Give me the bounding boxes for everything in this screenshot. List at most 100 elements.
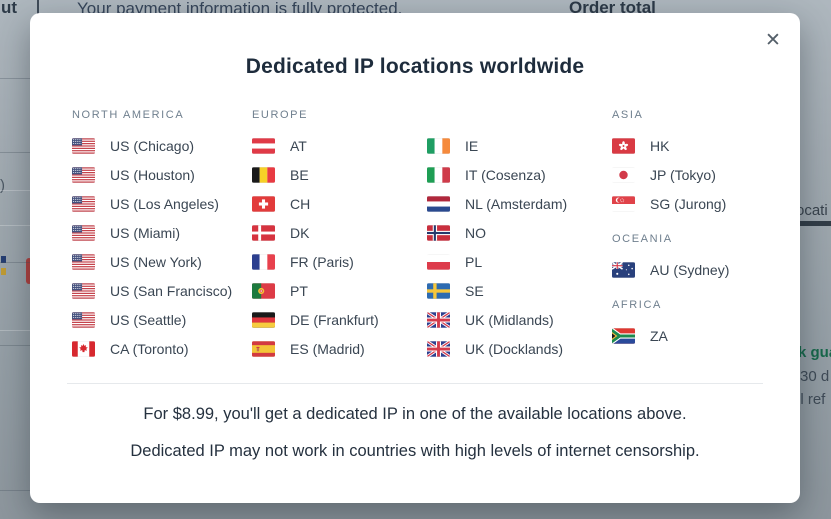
location-item: PT	[252, 276, 379, 305]
locations-tab-partial: ocati	[796, 202, 828, 219]
flag-jp-icon	[612, 166, 635, 183]
flag-us-icon	[72, 253, 95, 270]
location-group: OCEANIA AU (Sydney)	[612, 232, 729, 284]
bg-divider-line	[0, 490, 30, 491]
location-item: UK (Docklands)	[427, 334, 567, 363]
flag-be-icon	[252, 166, 275, 183]
flag-fr-icon	[252, 253, 275, 270]
flag-us-icon	[72, 311, 95, 328]
column-asia-oceania-africa: ASIA HK JP (Tokyo) SG (Jurong) OCEANIA AU (Sy…	[612, 108, 729, 350]
location-item: ZA	[612, 321, 729, 350]
location-label: PL	[465, 253, 483, 270]
bg-divider-line	[0, 330, 30, 331]
footer-divider	[67, 383, 763, 384]
location-item: AT	[252, 131, 379, 160]
location-label: NO	[465, 224, 486, 241]
flag-ie-icon	[427, 137, 450, 154]
location-item: DK	[252, 218, 379, 247]
location-label: IT (Cosenza)	[465, 166, 546, 183]
location-item: CA (Toronto)	[72, 334, 232, 363]
modal-title: Dedicated IP locations worldwide	[245, 55, 585, 78]
location-item: US (San Francisco)	[72, 276, 232, 305]
flag-pt-icon	[252, 282, 275, 299]
location-item: NL (Amsterdam)	[427, 189, 567, 218]
bg-divider-line	[0, 262, 30, 263]
location-label: CH	[290, 195, 311, 212]
location-label: IE	[465, 137, 479, 154]
location-label: DK	[290, 224, 310, 241]
bg-divider-line	[0, 225, 30, 226]
location-item: JP (Tokyo)	[612, 160, 729, 189]
censorship-note: Dedicated IP may not work in countries w…	[130, 442, 700, 460]
location-label: NL (Amsterdam)	[465, 195, 568, 212]
bg-divider-line	[0, 78, 30, 79]
location-group: IE IT (Cosenza) NL (Amsterdam) NO PL SE UK (Mi…	[427, 108, 567, 363]
location-label: DE (Frankfurt)	[290, 311, 379, 328]
location-item: US (Houston)	[72, 160, 232, 189]
location-item: US (Los Angeles)	[72, 189, 232, 218]
flag-sg-icon	[612, 195, 635, 212]
form-text-partial: )	[0, 177, 5, 194]
active-tab-underline	[795, 221, 831, 226]
location-label: ZA	[650, 327, 668, 344]
flag-us-icon	[72, 224, 95, 241]
location-item: ES (Madrid)	[252, 334, 379, 363]
location-item: CH	[252, 189, 379, 218]
location-item: FR (Paris)	[252, 247, 379, 276]
guarantee-days-partial: 30 d	[800, 368, 830, 385]
flag-us-icon	[72, 195, 95, 212]
bg-divider-line	[0, 190, 30, 191]
flag-gb-icon	[427, 311, 450, 328]
card-logo-fragment	[1, 268, 6, 275]
location-item: DE (Frankfurt)	[252, 305, 379, 334]
flag-pl-icon	[427, 253, 450, 270]
location-group: AFRICA ZA	[612, 298, 729, 350]
section-header: NORTH AMERICA	[72, 109, 185, 121]
section-header: ASIA	[612, 109, 644, 121]
price-note: For $8.99, you'll get a dedicated IP in …	[143, 405, 687, 423]
location-label: UK (Midlands)	[465, 311, 554, 328]
location-item: UK (Midlands)	[427, 305, 567, 334]
location-label: US (Chicago)	[110, 137, 195, 154]
flag-gb-icon	[427, 340, 450, 357]
location-label: US (Los Angeles)	[110, 195, 219, 212]
location-label: HK	[650, 137, 670, 154]
location-label: US (New York)	[110, 253, 202, 270]
location-label: US (Seattle)	[110, 311, 187, 328]
money-back-guarantee-partial: k gua	[798, 344, 831, 361]
location-item: IT (Cosenza)	[427, 160, 567, 189]
flag-dk-icon	[252, 224, 275, 241]
flag-es-icon	[252, 340, 275, 357]
section-header	[427, 108, 567, 122]
location-item: HK	[612, 131, 729, 160]
refund-text-partial: ll ref	[797, 391, 826, 408]
section-header: AFRICA	[612, 299, 662, 311]
flag-se-icon	[427, 282, 450, 299]
location-label: JP (Tokyo)	[650, 166, 716, 183]
location-group: EUROPE AT BE CH DK FR (Paris) PT DE (Frankfurt)…	[252, 108, 379, 363]
location-label: UK (Docklands)	[465, 340, 564, 357]
bg-divider-line	[0, 152, 30, 153]
flag-it-icon	[427, 166, 450, 183]
section-header: OCEANIA	[612, 233, 673, 245]
flag-us-icon	[72, 166, 95, 183]
location-label: AU (Sydney)	[650, 261, 730, 278]
flag-hk-icon	[612, 137, 635, 154]
location-label: US (Houston)	[110, 166, 195, 183]
location-group: ASIA HK JP (Tokyo) SG (Jurong)	[612, 108, 729, 218]
location-label: FR (Paris)	[290, 253, 354, 270]
flag-us-icon	[72, 282, 95, 299]
flag-at-icon	[252, 137, 275, 154]
location-item: US (Seattle)	[72, 305, 232, 334]
flag-de-icon	[252, 311, 275, 328]
location-group: NORTH AMERICA US (Chicago) US (Houston) US …	[72, 108, 232, 363]
flag-no-icon	[427, 224, 450, 241]
location-label: CA (Toronto)	[110, 340, 189, 357]
close-icon[interactable]: ✕	[758, 25, 788, 55]
section-header: EUROPE	[252, 109, 309, 121]
flag-ca-icon	[72, 340, 95, 357]
location-label: AT	[290, 137, 307, 154]
location-item: US (New York)	[72, 247, 232, 276]
flag-nl-icon	[427, 195, 450, 212]
location-item: SG (Jurong)	[612, 189, 729, 218]
